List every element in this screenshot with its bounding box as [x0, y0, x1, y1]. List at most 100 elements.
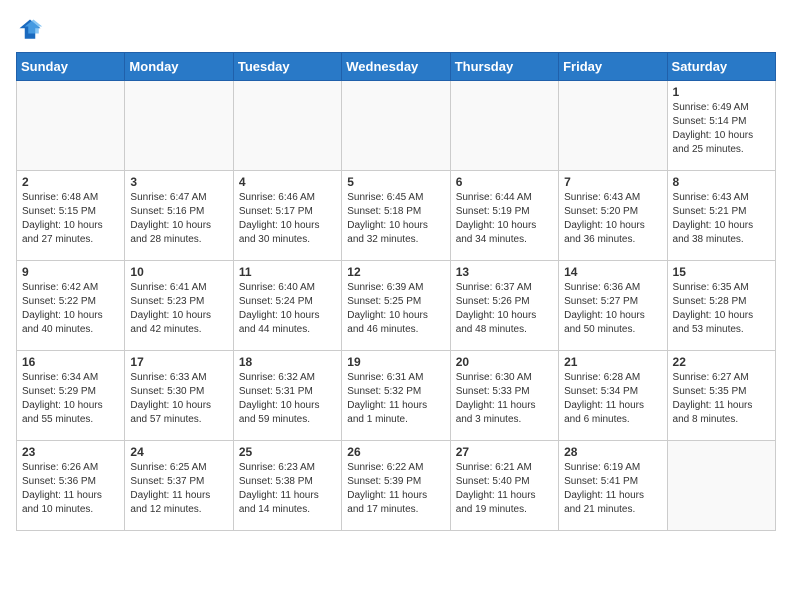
day-number: 13: [456, 265, 553, 279]
day-info: Sunrise: 6:47 AM Sunset: 5:16 PM Dayligh…: [130, 191, 227, 247]
day-number: 18: [239, 355, 336, 369]
week-row-4: 16 Sunrise: 6:34 AM Sunset: 5:29 PM Dayli…: [17, 351, 776, 441]
day-info: Sunrise: 6:36 AM Sunset: 5:27 PM Dayligh…: [564, 281, 661, 337]
day-number: 5: [347, 175, 444, 189]
day-number: 26: [347, 445, 444, 459]
weekday-header-row: SundayMondayTuesdayWednesdayThursdayFrid…: [17, 53, 776, 81]
day-number: 14: [564, 265, 661, 279]
calendar-cell: 6 Sunrise: 6:44 AM Sunset: 5:19 PM Daylig…: [450, 171, 558, 261]
weekday-header-tuesday: Tuesday: [233, 53, 341, 81]
calendar-cell: [559, 81, 667, 171]
calendar-cell: [342, 81, 450, 171]
weekday-header-saturday: Saturday: [667, 53, 775, 81]
day-info: Sunrise: 6:26 AM Sunset: 5:36 PM Dayligh…: [22, 461, 119, 517]
day-number: 19: [347, 355, 444, 369]
calendar-cell: 17 Sunrise: 6:33 AM Sunset: 5:30 PM Dayli…: [125, 351, 233, 441]
calendar-cell: 23Sunrise: 6:26 AM Sunset: 5:36 PM Dayli…: [17, 441, 125, 531]
calendar-cell: 14 Sunrise: 6:36 AM Sunset: 5:27 PM Dayli…: [559, 261, 667, 351]
day-number: 6: [456, 175, 553, 189]
day-number: 17: [130, 355, 227, 369]
day-info: Sunrise: 6:25 AM Sunset: 5:37 PM Dayligh…: [130, 461, 227, 517]
calendar-cell: 27 Sunrise: 6:21 AM Sunset: 5:40 PM Dayli…: [450, 441, 558, 531]
week-row-5: 23Sunrise: 6:26 AM Sunset: 5:36 PM Dayli…: [17, 441, 776, 531]
calendar-cell: 9 Sunrise: 6:42 AM Sunset: 5:22 PM Daylig…: [17, 261, 125, 351]
week-row-3: 9 Sunrise: 6:42 AM Sunset: 5:22 PM Daylig…: [17, 261, 776, 351]
day-number: 27: [456, 445, 553, 459]
week-row-1: 1 Sunrise: 6:49 AM Sunset: 5:14 PM Daylig…: [17, 81, 776, 171]
calendar-cell: 19 Sunrise: 6:31 AM Sunset: 5:32 PM Dayli…: [342, 351, 450, 441]
day-info: Sunrise: 6:45 AM Sunset: 5:18 PM Dayligh…: [347, 191, 444, 247]
day-info: Sunrise: 6:42 AM Sunset: 5:22 PM Dayligh…: [22, 281, 119, 337]
calendar-cell: 7 Sunrise: 6:43 AM Sunset: 5:20 PM Daylig…: [559, 171, 667, 261]
weekday-header-thursday: Thursday: [450, 53, 558, 81]
calendar-cell: 18 Sunrise: 6:32 AM Sunset: 5:31 PM Dayli…: [233, 351, 341, 441]
day-number: 4: [239, 175, 336, 189]
day-info: Sunrise: 6:33 AM Sunset: 5:30 PM Dayligh…: [130, 371, 227, 427]
calendar-cell: [17, 81, 125, 171]
calendar-cell: 28 Sunrise: 6:19 AM Sunset: 5:41 PM Dayli…: [559, 441, 667, 531]
calendar-cell: 24Sunrise: 6:25 AM Sunset: 5:37 PM Dayli…: [125, 441, 233, 531]
calendar-cell: 3Sunrise: 6:47 AM Sunset: 5:16 PM Daylig…: [125, 171, 233, 261]
calendar-cell: [450, 81, 558, 171]
day-info: Sunrise: 6:19 AM Sunset: 5:41 PM Dayligh…: [564, 461, 661, 517]
day-number: 16: [22, 355, 119, 369]
day-info: Sunrise: 6:23 AM Sunset: 5:38 PM Dayligh…: [239, 461, 336, 517]
day-info: Sunrise: 6:44 AM Sunset: 5:19 PM Dayligh…: [456, 191, 553, 247]
calendar-cell: 20 Sunrise: 6:30 AM Sunset: 5:33 PM Dayli…: [450, 351, 558, 441]
logo: [16, 16, 48, 44]
day-info: Sunrise: 6:43 AM Sunset: 5:20 PM Dayligh…: [564, 191, 661, 247]
day-info: Sunrise: 6:28 AM Sunset: 5:34 PM Dayligh…: [564, 371, 661, 427]
calendar-cell: [125, 81, 233, 171]
day-info: Sunrise: 6:48 AM Sunset: 5:15 PM Dayligh…: [22, 191, 119, 247]
calendar-cell: 12 Sunrise: 6:39 AM Sunset: 5:25 PM Dayli…: [342, 261, 450, 351]
day-info: Sunrise: 6:34 AM Sunset: 5:29 PM Dayligh…: [22, 371, 119, 427]
day-number: 11: [239, 265, 336, 279]
weekday-header-wednesday: Wednesday: [342, 53, 450, 81]
day-info: Sunrise: 6:21 AM Sunset: 5:40 PM Dayligh…: [456, 461, 553, 517]
day-info: Sunrise: 6:46 AM Sunset: 5:17 PM Dayligh…: [239, 191, 336, 247]
calendar-cell: 26 Sunrise: 6:22 AM Sunset: 5:39 PM Dayli…: [342, 441, 450, 531]
calendar-cell: [233, 81, 341, 171]
weekday-header-sunday: Sunday: [17, 53, 125, 81]
day-number: 10: [130, 265, 227, 279]
calendar-cell: 10 Sunrise: 6:41 AM Sunset: 5:23 PM Dayli…: [125, 261, 233, 351]
day-number: 2: [22, 175, 119, 189]
day-number: 25: [239, 445, 336, 459]
calendar-cell: 11 Sunrise: 6:40 AM Sunset: 5:24 PM Dayli…: [233, 261, 341, 351]
weekday-header-monday: Monday: [125, 53, 233, 81]
day-info: Sunrise: 6:22 AM Sunset: 5:39 PM Dayligh…: [347, 461, 444, 517]
day-number: 15: [673, 265, 770, 279]
day-info: Sunrise: 6:30 AM Sunset: 5:33 PM Dayligh…: [456, 371, 553, 427]
calendar-cell: 15 Sunrise: 6:35 AM Sunset: 5:28 PM Dayli…: [667, 261, 775, 351]
calendar-cell: 22 Sunrise: 6:27 AM Sunset: 5:35 PM Dayli…: [667, 351, 775, 441]
day-info: Sunrise: 6:35 AM Sunset: 5:28 PM Dayligh…: [673, 281, 770, 337]
calendar-cell: [667, 441, 775, 531]
day-number: 7: [564, 175, 661, 189]
day-info: Sunrise: 6:39 AM Sunset: 5:25 PM Dayligh…: [347, 281, 444, 337]
day-info: Sunrise: 6:32 AM Sunset: 5:31 PM Dayligh…: [239, 371, 336, 427]
day-info: Sunrise: 6:43 AM Sunset: 5:21 PM Dayligh…: [673, 191, 770, 247]
day-info: Sunrise: 6:41 AM Sunset: 5:23 PM Dayligh…: [130, 281, 227, 337]
calendar-cell: 8Sunrise: 6:43 AM Sunset: 5:21 PM Daylig…: [667, 171, 775, 261]
day-info: Sunrise: 6:27 AM Sunset: 5:35 PM Dayligh…: [673, 371, 770, 427]
day-info: Sunrise: 6:31 AM Sunset: 5:32 PM Dayligh…: [347, 371, 444, 427]
day-number: 28: [564, 445, 661, 459]
day-info: Sunrise: 6:40 AM Sunset: 5:24 PM Dayligh…: [239, 281, 336, 337]
calendar-cell: 5 Sunrise: 6:45 AM Sunset: 5:18 PM Daylig…: [342, 171, 450, 261]
page-header: [16, 16, 776, 44]
calendar-cell: 2 Sunrise: 6:48 AM Sunset: 5:15 PM Daylig…: [17, 171, 125, 261]
calendar-cell: 1 Sunrise: 6:49 AM Sunset: 5:14 PM Daylig…: [667, 81, 775, 171]
calendar-cell: 21 Sunrise: 6:28 AM Sunset: 5:34 PM Dayli…: [559, 351, 667, 441]
day-number: 22: [673, 355, 770, 369]
weekday-header-friday: Friday: [559, 53, 667, 81]
day-number: 1: [673, 85, 770, 99]
calendar-cell: 4 Sunrise: 6:46 AM Sunset: 5:17 PM Daylig…: [233, 171, 341, 261]
day-number: 20: [456, 355, 553, 369]
day-number: 12: [347, 265, 444, 279]
day-number: 9: [22, 265, 119, 279]
day-number: 21: [564, 355, 661, 369]
logo-icon: [16, 16, 44, 44]
day-info: Sunrise: 6:49 AM Sunset: 5:14 PM Dayligh…: [673, 101, 770, 157]
calendar-table: SundayMondayTuesdayWednesdayThursdayFrid…: [16, 52, 776, 531]
calendar-cell: 16 Sunrise: 6:34 AM Sunset: 5:29 PM Dayli…: [17, 351, 125, 441]
